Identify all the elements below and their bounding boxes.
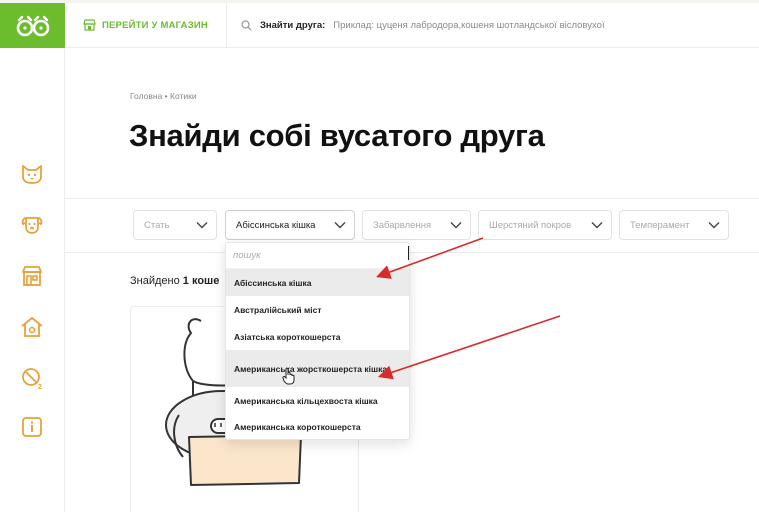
shop-icon[interactable] [20,264,44,288]
dropdown-option[interactable]: Американська кільцехвоста кішка [226,387,409,414]
go-to-shop-link[interactable]: ПЕРЕЙТИ У МАГАЗИН [65,2,227,48]
chevron-down-icon [450,221,462,229]
dropdown-search-input[interactable]: пошук [226,243,409,269]
breed-dropdown: пошук Абіссинська кішка Австралійський м… [225,242,410,440]
dropdown-option-label: Абіссинська кішка [234,277,312,288]
results-count-value: 1 коше [182,275,220,287]
breadcrumb-home[interactable]: Головна [130,91,162,101]
dropdown-option[interactable]: Американська жорсткошерста кішка [226,350,409,387]
divider [65,252,759,253]
breadcrumb: Головна • Котики [130,91,197,101]
filter-label: Абіссинська кішка [236,219,316,231]
dropdown-option-label: Азіатська короткошерста [234,331,341,342]
dropdown-option-label: Американська жорсткошерста кішка [234,363,388,374]
chevron-down-icon [591,221,603,229]
filter-label: Шерстяний покров [489,219,572,231]
divider [65,198,759,199]
top-bar: ПЕРЕЙТИ У МАГАЗИН Знайти друга: Приклад:… [65,2,759,48]
dropdown-option[interactable]: Азіатська короткошерста [226,323,409,350]
no-parasites-icon[interactable]: 2 [20,366,44,390]
results-prefix: Знайдено [130,275,180,287]
svg-text:2: 2 [38,384,42,390]
filter-temperament[interactable]: Темперамент [619,210,729,240]
dropdown-option-label: Австралійський міст [234,304,322,315]
search-input[interactable]: Приклад: цуценя лабродора,кошеня шотланд… [333,20,604,31]
breadcrumb-current: Котики [170,91,197,101]
go-to-shop-label: ПЕРЕЙТИ У МАГАЗИН [102,19,208,31]
filter-label: Темперамент [630,219,690,231]
dropdown-option-label: Американська кільцехвоста кішка [234,395,378,406]
page-title: Знайди собі вусатого друга [129,118,545,153]
logo[interactable] [0,3,65,48]
filter-label: Стать [144,219,170,231]
text-caret [408,246,409,260]
filter-label: Забарвлення [373,219,432,231]
dog-icon[interactable] [20,212,44,236]
search-icon [241,19,252,31]
search-label: Знайти друга: [259,19,326,31]
chevron-down-icon [708,221,720,229]
filter-coat[interactable]: Шерстяний покров [478,210,612,240]
results-count: Знайдено 1 коше [130,275,219,287]
shelter-icon[interactable] [20,315,44,339]
chevron-down-icon [334,221,346,229]
filter-color[interactable]: Забарвлення [362,210,471,240]
filter-sex[interactable]: Стать [133,210,217,240]
info-icon[interactable] [20,415,44,439]
chevron-down-icon [196,221,208,229]
store-icon [83,19,96,31]
hand-cursor-icon [282,368,295,385]
sidebar: 2 [0,48,65,512]
dropdown-option-label: Американська короткошерста [234,422,361,432]
dropdown-option[interactable]: Австралійський міст [226,296,409,323]
filter-breed[interactable]: Абіссинська кішка [225,210,355,240]
friend-search[interactable]: Знайти друга: Приклад: цуценя лабродора,… [227,20,605,31]
dropdown-option[interactable]: Абіссинська кішка [226,269,409,296]
cat-icon[interactable] [20,162,44,186]
logo-icon [16,15,49,36]
dropdown-option[interactable]: Американська короткошерста [226,414,409,440]
breadcrumb-separator: • [164,91,168,101]
